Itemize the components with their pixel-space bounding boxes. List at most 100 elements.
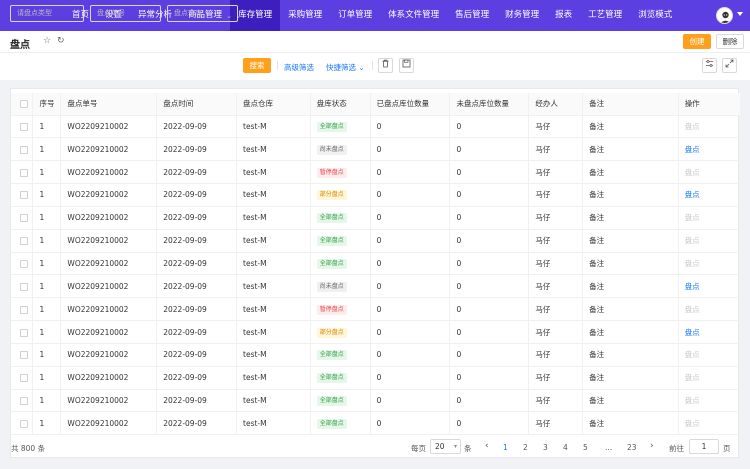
page-number[interactable]: 3 bbox=[543, 443, 548, 452]
save-icon[interactable] bbox=[399, 58, 414, 73]
row-checkbox-cell bbox=[11, 252, 34, 276]
table-row[interactable]: 1 WO2209210002 2022-09-09 test-M 暂停盘点 0 0 马仔 备注盘… bbox=[11, 160, 740, 185]
page-number[interactable]: 4 bbox=[563, 443, 568, 452]
table-body: 1 WO2209210002 2022-09-09 test-M 全部盘点 0 0 马仔 备注盘… bbox=[11, 115, 740, 436]
column-header: 操作 bbox=[678, 93, 740, 116]
warehouse-cell: test-M bbox=[236, 389, 311, 413]
table-row[interactable]: 1 WO2209210002 2022-09-09 test-M 全部盘点 0 0 马仔 备注盘… bbox=[11, 229, 740, 253]
code-cell: WO2209210002 bbox=[60, 297, 158, 322]
chevron-down-icon: ⌄ bbox=[358, 63, 365, 72]
table-row[interactable]: 1 WO2209210002 2022-09-09 test-M 全部盘点 0 0 马仔 备注盘… bbox=[11, 115, 740, 139]
note-cell: 备注 bbox=[582, 160, 679, 185]
column-header: 盘点时间 bbox=[156, 93, 238, 116]
row-checkbox[interactable] bbox=[20, 191, 28, 200]
inventory-type-select[interactable]: 请盘点类型 ⌄ bbox=[10, 5, 84, 22]
inventory-action-link[interactable]: 盘点 bbox=[685, 145, 700, 154]
table-row[interactable]: 1 WO2209210002 2022-09-09 test-M 部分盘点 0 0 马仔 备注盘… bbox=[11, 183, 740, 207]
refresh-icon[interactable]: ↻ bbox=[57, 36, 65, 46]
table-row[interactable]: 1 WO2209210002 2022-09-09 test-M 全部盘点 0 0 马仔 备注盘… bbox=[11, 343, 740, 367]
table-row[interactable]: 1 WO2209210002 2022-09-09 test-M 尚未盘点 0 0 马仔 备注盘… bbox=[11, 274, 740, 299]
create-button[interactable]: 创建 bbox=[683, 34, 711, 49]
table-row[interactable]: 1 WO2209210002 2022-09-09 test-M 全部盘点 0 0 马仔 备注盘… bbox=[11, 206, 740, 230]
nav-item[interactable]: 体系文件管理 bbox=[380, 0, 447, 31]
column-settings-icon[interactable] bbox=[702, 58, 717, 73]
seq-cell: 1 bbox=[32, 389, 62, 413]
warehouse-cell: test-M bbox=[236, 206, 311, 230]
handler-cell: 马仔 bbox=[528, 229, 584, 253]
note-cell: 备注 bbox=[582, 206, 679, 230]
row-checkbox[interactable] bbox=[20, 214, 28, 223]
action-cell: 盘点 bbox=[678, 183, 740, 207]
user-menu-caret-icon[interactable] bbox=[737, 12, 743, 16]
handler-cell: 马仔 bbox=[528, 183, 584, 207]
inventory-action-link: 盘点 bbox=[684, 396, 700, 406]
todo-count-cell: 0 bbox=[449, 229, 530, 253]
row-checkbox[interactable] bbox=[20, 351, 28, 360]
table-row[interactable]: 1 WO2209210002 2022-09-09 test-M 尚未盘点 0 0 马仔 备注盘… bbox=[11, 137, 740, 162]
nav-item[interactable]: 报表 bbox=[547, 0, 580, 31]
row-checkbox[interactable] bbox=[20, 374, 28, 383]
nav-item[interactable]: 浏览模式 bbox=[630, 0, 680, 31]
nav-item[interactable]: 财务管理 bbox=[497, 0, 547, 31]
inventory-action-link[interactable]: 盘点 bbox=[685, 282, 700, 291]
row-checkbox[interactable] bbox=[20, 259, 28, 268]
action-cell: 盘点 bbox=[678, 206, 740, 230]
table-row[interactable]: 1 WO2209210002 2022-09-09 test-M 暂停盘点 0 0 马仔 备注盘… bbox=[11, 297, 740, 322]
trash-icon[interactable] bbox=[378, 58, 393, 73]
row-checkbox[interactable] bbox=[20, 122, 28, 131]
inventory-code-input[interactable]: 盘点单号 bbox=[90, 5, 161, 22]
status-cell: 部分盘点 bbox=[310, 183, 371, 207]
status-badge: 部分盘点 bbox=[316, 327, 347, 338]
status-cell: 全部盘点 bbox=[310, 115, 371, 139]
nav-item[interactable]: 采购管理 bbox=[280, 0, 330, 31]
page-number[interactable]: 23 bbox=[627, 443, 637, 452]
inventory-action-link: 盘点 bbox=[684, 258, 700, 268]
inventory-warehouse-select[interactable]: 盘点仓库 ⌄ bbox=[167, 5, 238, 22]
quick-filter-link[interactable]: 快捷筛选 ⌄ bbox=[326, 62, 365, 73]
todo-count-cell: 0 bbox=[449, 366, 530, 390]
table-row[interactable]: 1 WO2209210002 2022-09-09 test-M 全部盘点 0 0 马仔 备注盘… bbox=[11, 252, 740, 276]
star-icon[interactable]: ☆ bbox=[43, 36, 51, 46]
row-checkbox[interactable] bbox=[20, 305, 28, 314]
search-button[interactable]: 搜索 bbox=[243, 58, 271, 73]
row-checkbox[interactable] bbox=[20, 145, 28, 154]
inventory-table: 序号 盘点单号 盘点时间 盘点仓库 盘库状态 已盘点库位数量 未盘点库位数量 经办人 备注 操作 … bbox=[11, 93, 740, 436]
todo-count-cell: 0 bbox=[449, 183, 530, 207]
status-cell: 全部盘点 bbox=[310, 343, 371, 367]
inventory-action-link: 盘点 bbox=[684, 236, 700, 246]
table-row[interactable]: 1 WO2209210002 2022-09-09 test-M 全部盘点 0 0 马仔 备注盘… bbox=[11, 366, 740, 390]
inventory-action-link[interactable]: 盘点 bbox=[685, 190, 700, 199]
fullscreen-icon[interactable] bbox=[722, 58, 737, 73]
nav-item[interactable]: 订单管理 bbox=[330, 0, 380, 31]
table-row[interactable]: 1 WO2209210002 2022-09-09 test-M 全部盘点 0 0 马仔 备注盘… bbox=[11, 389, 740, 413]
delete-button[interactable]: 删除 bbox=[716, 34, 744, 49]
advanced-filter-link[interactable]: 高级筛选 bbox=[284, 62, 314, 73]
inventory-action-link[interactable]: 盘点 bbox=[685, 328, 700, 337]
user-avatar[interactable] bbox=[716, 7, 733, 24]
next-page-icon[interactable]: › bbox=[650, 441, 654, 451]
date-cell: 2022-09-09 bbox=[156, 320, 238, 344]
prev-page-icon[interactable]: ‹ bbox=[485, 441, 489, 451]
done-count-cell: 0 bbox=[370, 389, 451, 413]
handler-cell: 马仔 bbox=[528, 206, 584, 230]
row-checkbox[interactable] bbox=[20, 397, 28, 406]
nav-item[interactable]: 售后管理 bbox=[447, 0, 497, 31]
seq-cell: 1 bbox=[32, 297, 62, 322]
row-checkbox[interactable] bbox=[20, 237, 28, 246]
table-row[interactable]: 1 WO2209210002 2022-09-09 test-M 全部盘点 0 0 马仔 备注盘… bbox=[11, 411, 740, 436]
goto-page-input[interactable]: 1 bbox=[689, 439, 719, 454]
page-number[interactable]: 2 bbox=[523, 443, 528, 452]
page-number[interactable]: 5 bbox=[583, 443, 588, 452]
row-checkbox[interactable] bbox=[20, 328, 28, 337]
table-row[interactable]: 1 WO2209210002 2022-09-09 test-M 部分盘点 0 0 马仔 备注盘… bbox=[11, 320, 740, 344]
row-checkbox[interactable] bbox=[20, 168, 28, 177]
done-count-cell: 0 bbox=[370, 183, 451, 207]
row-checkbox[interactable] bbox=[20, 282, 28, 291]
select-all-checkbox[interactable] bbox=[20, 100, 28, 109]
row-checkbox[interactable] bbox=[20, 419, 28, 428]
nav-item[interactable]: 工艺管理 bbox=[580, 0, 630, 31]
code-cell: WO2209210002 bbox=[60, 411, 158, 436]
warehouse-cell: test-M bbox=[236, 115, 311, 139]
page-number[interactable]: 1 bbox=[503, 443, 508, 452]
page-size-select[interactable]: 20 ▾ bbox=[430, 439, 461, 454]
